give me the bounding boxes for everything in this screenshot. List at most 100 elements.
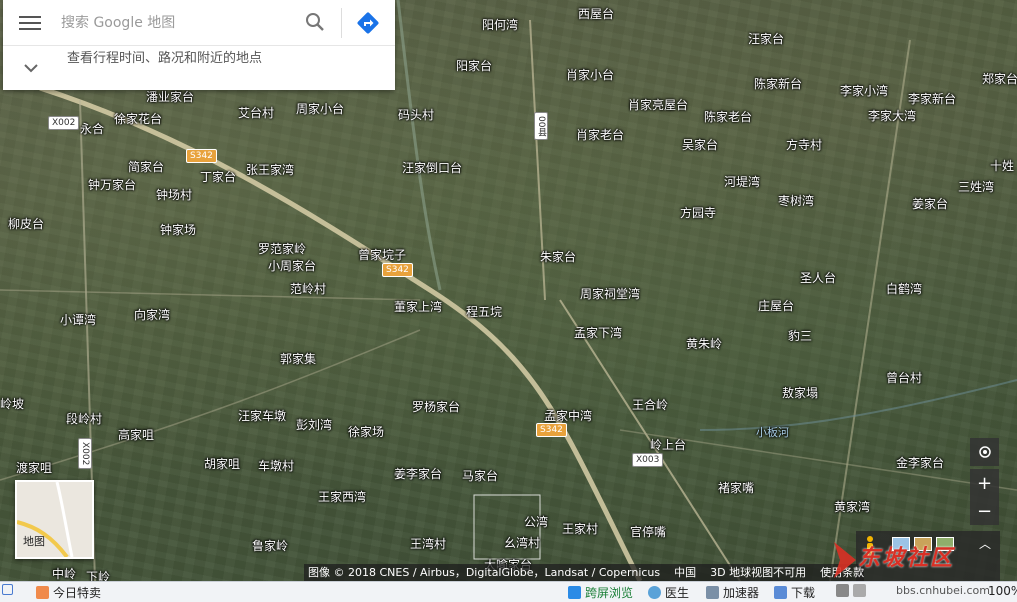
place-label[interactable]: 周家祠堂湾 (580, 285, 640, 302)
accelerator-link[interactable]: 加速器 (706, 584, 759, 601)
place-label[interactable]: 周家小台 (296, 100, 344, 117)
zoom-level[interactable]: 100% (988, 584, 1017, 598)
place-label[interactable]: 三姓湾 (958, 178, 994, 195)
pegman-icon[interactable] (864, 535, 876, 557)
place-label[interactable]: 小谭湾 (60, 311, 96, 328)
imagery-thumb[interactable] (892, 537, 910, 551)
place-label[interactable]: 下岭 (86, 568, 110, 581)
place-label[interactable]: 小周家台 (268, 257, 316, 274)
place-label[interactable]: 方寺村 (786, 136, 822, 153)
place-label[interactable]: 段岭村 (66, 410, 102, 427)
place-label[interactable]: 王湾村 (410, 535, 446, 552)
place-label[interactable]: 马家台 (462, 467, 498, 484)
place-label[interactable]: 庄屋台 (758, 297, 794, 314)
place-label[interactable]: 汪家倒口台 (402, 159, 462, 176)
place-label[interactable]: 官停嘴 (630, 523, 666, 540)
my-location-button[interactable] (970, 438, 999, 466)
place-label[interactable]: 曾台村 (886, 369, 922, 386)
download-link[interactable]: 下载 (774, 584, 815, 601)
directions-hint[interactable]: 查看行程时间、路况和附近的地点 (67, 47, 262, 66)
place-label[interactable]: 郑家台 (982, 70, 1017, 87)
place-label[interactable]: 阳何湾 (482, 16, 518, 33)
place-label[interactable]: 敖家塌 (782, 384, 818, 401)
place-label[interactable]: 黄朱岭 (686, 335, 722, 352)
place-label[interactable]: 李家小湾 (840, 82, 888, 99)
place-label[interactable]: 汪家台 (748, 30, 784, 47)
zoom-in-button[interactable]: + (970, 469, 999, 497)
place-label[interactable]: 肖家老台 (576, 126, 624, 143)
place-label[interactable]: 方园寺 (680, 204, 716, 221)
place-label[interactable]: 罗范家岭 (258, 240, 306, 257)
place-label[interactable]: 高家咀 (118, 426, 154, 443)
place-label[interactable]: 姜家台 (912, 195, 948, 212)
place-label[interactable]: 陈家新台 (754, 75, 802, 92)
place-label[interactable]: 张王家湾 (246, 161, 294, 178)
cross-screen-browse[interactable]: 跨屏浏览 (568, 584, 633, 601)
place-label[interactable]: 公湾 (524, 513, 548, 530)
restore-icon[interactable] (2, 584, 13, 595)
imagery-thumb[interactable] (914, 537, 932, 551)
place-label[interactable]: 罗杨家台 (412, 398, 460, 415)
place-label[interactable]: 王家村 (562, 520, 598, 537)
place-label[interactable]: 金李家台 (896, 454, 944, 471)
place-label[interactable]: 阳家台 (456, 57, 492, 74)
place-label[interactable]: 车墩村 (258, 457, 294, 474)
place-label[interactable]: 孟家中湾 (544, 407, 592, 424)
place-label[interactable]: 简家台 (128, 158, 164, 175)
place-label[interactable]: 褚家嘴 (718, 479, 754, 496)
place-label[interactable]: 彭刘湾 (296, 416, 332, 433)
place-label[interactable]: 李家大湾 (868, 107, 916, 124)
place-label[interactable]: 枣树湾 (778, 192, 814, 209)
place-label[interactable]: 码头村 (398, 106, 434, 123)
place-label[interactable]: 姜李家台 (394, 465, 442, 482)
place-label[interactable]: 王家西湾 (318, 488, 366, 505)
imagery-thumb[interactable] (936, 537, 954, 551)
place-label[interactable]: 王合岭 (632, 396, 668, 413)
chevron-up-icon[interactable]: ︿ (976, 535, 994, 551)
region-link[interactable]: 中国 (674, 564, 696, 581)
place-label[interactable]: 中岭 (52, 565, 76, 581)
map-layer-toggle[interactable]: 地图 (15, 480, 94, 559)
place-label[interactable]: 郭家集 (280, 350, 316, 367)
deals-link[interactable]: 今日特卖 (36, 584, 101, 601)
terms-link[interactable]: 使用条款 (820, 564, 864, 581)
place-label[interactable]: 白鹤湾 (886, 280, 922, 297)
place-label[interactable]: 幺湾村 (504, 534, 540, 551)
place-label[interactable]: 钟万家台 (88, 176, 136, 193)
place-label[interactable]: 钟场村 (156, 186, 192, 203)
place-label[interactable]: 西屋台 (578, 5, 614, 22)
place-label[interactable]: 曾家垸子 (358, 246, 406, 263)
directions-icon[interactable] (355, 10, 381, 36)
place-label[interactable]: 范岭村 (290, 280, 326, 297)
place-label[interactable]: 董家上湾 (394, 298, 442, 315)
place-label[interactable]: 鲁家岭 (252, 537, 288, 554)
place-label[interactable]: 陈家老台 (704, 108, 752, 125)
place-label[interactable]: 胡家咀 (204, 455, 240, 472)
place-label[interactable]: 岭坡 (0, 395, 24, 412)
chevron-down-icon[interactable] (21, 58, 41, 78)
zoom-out-button[interactable]: − (970, 497, 999, 525)
menu-icon[interactable] (17, 12, 43, 34)
place-label[interactable]: 豹三 (788, 327, 812, 344)
place-label[interactable]: 艾台村 (238, 104, 274, 121)
place-label[interactable]: 岭上台 (650, 436, 686, 453)
search-icon[interactable] (303, 10, 327, 34)
place-label[interactable]: 柳皮台 (8, 215, 44, 232)
place-label[interactable]: 向家湾 (134, 306, 170, 323)
place-label[interactable]: 永合 (80, 120, 104, 137)
place-label[interactable]: 程五垸 (466, 303, 502, 320)
place-label[interactable]: 吴家台 (682, 136, 718, 153)
place-label[interactable]: 黄家湾 (834, 498, 870, 515)
place-label[interactable]: 十姓 (990, 157, 1014, 174)
place-label[interactable]: 圣人台 (800, 269, 836, 286)
place-label[interactable]: 孟家下湾 (574, 324, 622, 341)
place-label[interactable]: 肖家小台 (566, 66, 614, 83)
place-label[interactable]: 丁家台 (200, 168, 236, 185)
place-label[interactable]: 河堤湾 (724, 173, 760, 190)
place-label[interactable]: 渡家咀 (16, 459, 52, 476)
place-label[interactable]: 徐家场 (348, 423, 384, 440)
place-label[interactable]: 汪家车墩 (238, 407, 286, 424)
doctor-link[interactable]: 医生 (648, 584, 689, 601)
place-label[interactable]: 潘业家台 (146, 88, 194, 105)
place-label[interactable]: 钟家场 (160, 221, 196, 238)
